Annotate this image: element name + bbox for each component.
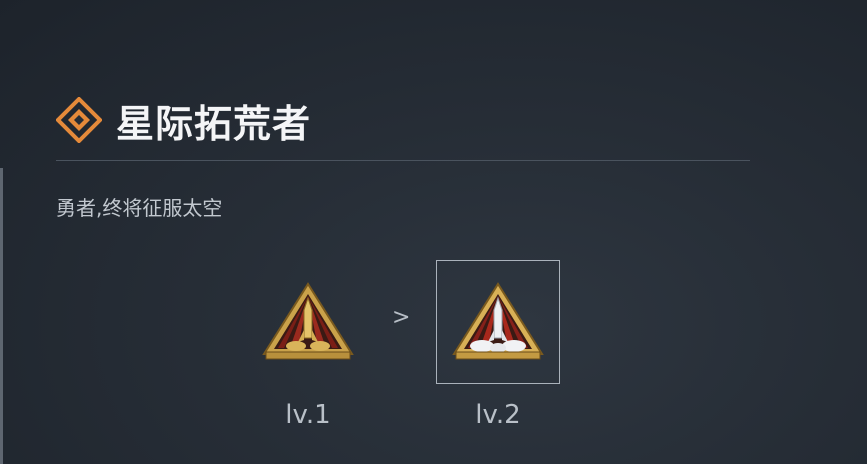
achievement-description: 勇者,终将征服太空 [56,196,223,220]
left-edge-rule [0,168,3,464]
level-2-label: lv.2 [475,400,521,430]
level-arrow: > [392,305,411,330]
level-1-badge[interactable] [246,260,370,384]
title-row: 星际拓荒者 [55,90,312,150]
diamond-emblem-icon [55,96,103,144]
level-1-label: lv.1 [285,400,331,430]
rocket-badge-silver-icon [452,282,544,360]
header-divider [56,160,750,161]
rocket-badge-gold-icon [262,282,354,360]
achievement-title: 星际拓荒者 [116,101,312,146]
level-2-badge[interactable] [436,260,560,384]
